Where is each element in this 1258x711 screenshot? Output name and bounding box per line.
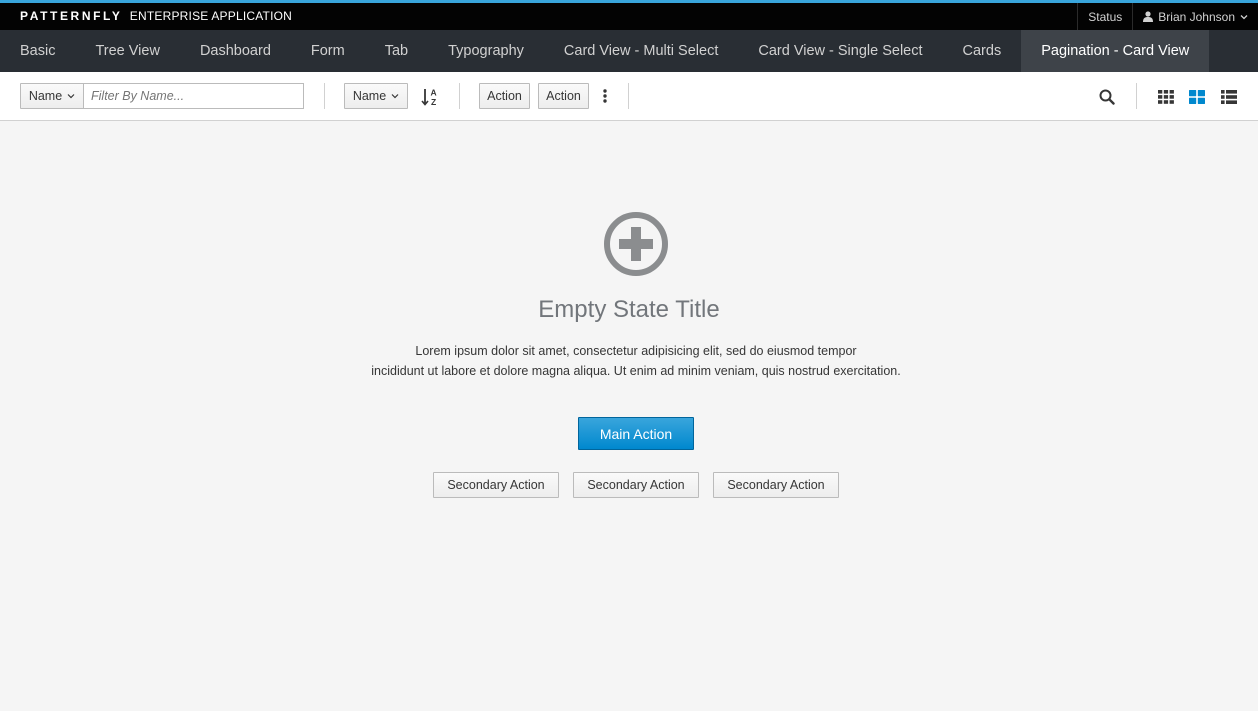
action-button-2[interactable]: Action xyxy=(538,83,589,109)
action-button-label: Action xyxy=(546,89,581,103)
toolbar-divider xyxy=(1136,83,1137,109)
nav-item-dashboard[interactable]: Dashboard xyxy=(180,30,291,72)
main-action-button[interactable]: Main Action xyxy=(578,417,694,450)
filter-input[interactable] xyxy=(83,83,304,109)
search-icon[interactable] xyxy=(1097,87,1117,107)
secondary-action-button[interactable]: Secondary Action xyxy=(713,472,839,498)
toolbar-divider xyxy=(628,83,629,109)
nav-item-typography[interactable]: Typography xyxy=(428,30,544,72)
utility-menu: Status Brian Johnson xyxy=(1077,3,1258,30)
empty-state-text: Lorem ipsum dolor sit amet, consectetur … xyxy=(336,341,936,381)
user-name: Brian Johnson xyxy=(1158,9,1235,24)
status-link[interactable]: Status xyxy=(1077,3,1132,30)
sort-field-dropdown[interactable]: Name xyxy=(344,83,408,109)
add-circle-icon xyxy=(604,212,668,276)
filter-field-dropdown[interactable]: Name xyxy=(20,83,84,109)
chevron-down-icon xyxy=(67,94,75,99)
brand-app-name: ENTERPRISE APPLICATION xyxy=(129,9,293,23)
toolbar-divider xyxy=(324,83,325,109)
filter-field-label: Name xyxy=(28,89,63,103)
nav-item-card-view-single-select[interactable]: Card View - Single Select xyxy=(738,30,942,72)
kebab-icon[interactable] xyxy=(597,87,613,105)
empty-state-title: Empty State Title xyxy=(538,296,720,323)
card-view-icon[interactable] xyxy=(1156,87,1176,107)
secondary-action-button[interactable]: Secondary Action xyxy=(433,472,559,498)
utility-bar: PATTERNFLY ENTERPRISE APPLICATION Status… xyxy=(0,0,1258,30)
list-view-icon[interactable] xyxy=(1219,87,1239,107)
user-icon xyxy=(1143,11,1154,22)
status-label: Status xyxy=(1088,9,1123,24)
nav-item-pagination-card-view[interactable]: Pagination - Card View xyxy=(1021,30,1210,72)
sort-field-label: Name xyxy=(352,89,387,103)
user-menu[interactable]: Brian Johnson xyxy=(1132,3,1258,30)
sort-alpha-asc-icon[interactable]: A Z xyxy=(420,86,440,108)
small-card-view-icon[interactable] xyxy=(1187,87,1207,107)
nav-item-form[interactable]: Form xyxy=(291,30,365,72)
chevron-down-icon xyxy=(391,94,399,99)
nav-item-tab[interactable]: Tab xyxy=(365,30,428,72)
nav-item-cards[interactable]: Cards xyxy=(943,30,1022,72)
nav-item-tree-view[interactable]: Tree View xyxy=(75,30,179,72)
brand[interactable]: PATTERNFLY ENTERPRISE APPLICATION xyxy=(20,9,292,23)
chevron-down-icon xyxy=(1240,14,1248,20)
empty-state-text-line: incididunt ut labore et dolore magna ali… xyxy=(371,364,901,378)
nav-item-card-view-multi-select[interactable]: Card View - Multi Select xyxy=(544,30,738,72)
svg-text:Z: Z xyxy=(431,97,436,107)
action-button-label: Action xyxy=(487,89,522,103)
toolbar: Name Name A Z Action Action xyxy=(0,72,1258,121)
empty-state-text-line: Lorem ipsum dolor sit amet, consectetur … xyxy=(415,344,857,358)
nav-item-basic[interactable]: Basic xyxy=(0,30,75,72)
secondary-action-button[interactable]: Secondary Action xyxy=(573,472,699,498)
toolbar-divider xyxy=(459,83,460,109)
svg-text:A: A xyxy=(431,88,437,98)
brand-logo: PATTERNFLY xyxy=(20,9,123,23)
primary-nav: Basic Tree View Dashboard Form Tab Typography… xyxy=(0,30,1258,72)
action-button[interactable]: Action xyxy=(479,83,530,109)
